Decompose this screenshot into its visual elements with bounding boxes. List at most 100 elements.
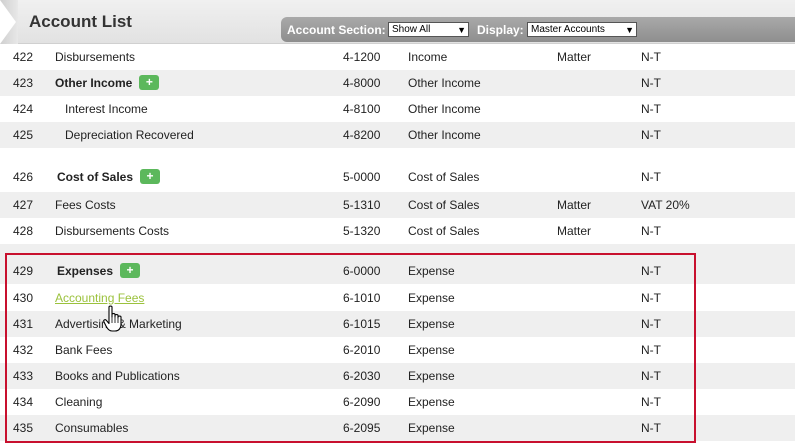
account-type: Expense: [408, 317, 455, 331]
account-code: 6-1010: [343, 291, 381, 305]
chevron-down-icon: ▼: [457, 25, 466, 35]
account-type: Expense: [408, 395, 455, 409]
table-row[interactable]: 429 Expenses + 6-0000 Expense N-T: [0, 258, 795, 284]
row-number: 429: [13, 264, 34, 278]
account-name[interactable]: Cost of Sales: [57, 170, 133, 184]
header-bar: Account List Account Section: Show All ▼…: [0, 0, 795, 44]
account-type: Expense: [408, 291, 455, 305]
account-name[interactable]: Disbursements Costs: [55, 218, 169, 244]
tax-code: N-T: [641, 317, 661, 331]
table-row[interactable]: 428 Disbursements Costs 5-1320 Cost of S…: [0, 218, 795, 244]
row-number: 430: [13, 291, 34, 305]
tax-code: N-T: [641, 170, 661, 184]
account-name[interactable]: Fees Costs: [55, 192, 116, 218]
row-number: 435: [13, 421, 34, 435]
table-row[interactable]: 426 Cost of Sales + 5-0000 Cost of Sales …: [0, 164, 795, 190]
add-subaccount-button[interactable]: +: [140, 169, 161, 185]
tax-code: VAT 20%: [641, 198, 690, 212]
account-code: 6-2010: [343, 343, 381, 357]
row-number: 428: [13, 224, 34, 238]
account-type: Cost of Sales: [408, 224, 480, 238]
account-name[interactable]: Consumables: [55, 415, 128, 441]
tax-code: N-T: [641, 421, 661, 435]
row-number: 433: [13, 369, 34, 383]
display-select[interactable]: Master Accounts ▼: [527, 22, 637, 37]
table-row[interactable]: 427 Fees Costs 5-1310 Cost of Sales Matt…: [0, 192, 795, 218]
row-number: 432: [13, 343, 34, 357]
account-name[interactable]: Expenses: [57, 264, 113, 278]
add-subaccount-button[interactable]: +: [139, 75, 160, 91]
account-name-link[interactable]: Accounting Fees: [55, 285, 144, 311]
account-code: 4-8100: [343, 102, 381, 116]
account-name[interactable]: Books and Publications: [55, 363, 180, 389]
display-label: Display:: [477, 23, 524, 37]
matter-flag: Matter: [557, 50, 592, 64]
table-row[interactable]: 434 Cleaning 6-2090 Expense N-T: [0, 389, 795, 415]
matter-flag: Matter: [557, 198, 592, 212]
account-header-name: Cost of Sales +: [57, 164, 161, 190]
tax-code: N-T: [641, 50, 661, 64]
matter-flag: Matter: [557, 224, 592, 238]
tax-code: N-T: [641, 291, 661, 305]
table-row[interactable]: 432 Bank Fees 6-2010 Expense N-T: [0, 337, 795, 363]
hand-pointer-icon: [103, 305, 122, 332]
account-code: 6-1015: [343, 317, 381, 331]
page-title: Account List: [29, 12, 132, 31]
tax-code: N-T: [641, 395, 661, 409]
account-type: Other Income: [408, 128, 481, 142]
tax-code: N-T: [641, 264, 661, 278]
tax-code: N-T: [641, 128, 661, 142]
account-name[interactable]: Bank Fees: [55, 337, 112, 363]
account-type: Other Income: [408, 76, 481, 90]
account-section-select[interactable]: Show All ▼: [388, 22, 469, 37]
row-number: 426: [13, 170, 34, 184]
account-name[interactable]: Interest Income: [65, 96, 148, 122]
account-section-label: Account Section:: [287, 23, 386, 37]
table-row[interactable]: 425 Depreciation Recovered 4-8200 Other …: [0, 122, 795, 148]
account-header-name: Other Income +: [55, 70, 160, 96]
table-row[interactable]: 422 Disbursements 4-1200 Income Matter N…: [0, 44, 795, 70]
header-arrow-icon: [0, 0, 16, 44]
account-code: 6-0000: [343, 264, 381, 278]
account-type: Income: [408, 50, 448, 64]
account-name[interactable]: Cleaning: [55, 389, 102, 415]
account-name[interactable]: Depreciation Recovered: [65, 122, 194, 148]
account-type: Expense: [408, 421, 455, 435]
account-code: 5-0000: [343, 170, 381, 184]
row-number: 431: [13, 317, 34, 331]
account-name[interactable]: Other Income: [55, 76, 132, 90]
account-code: 6-2095: [343, 421, 381, 435]
account-type: Expense: [408, 264, 455, 278]
section-divider: [0, 244, 795, 258]
tax-code: N-T: [641, 76, 661, 90]
account-type: Cost of Sales: [408, 198, 480, 212]
account-code: 4-1200: [343, 50, 381, 64]
add-subaccount-button[interactable]: +: [120, 263, 141, 279]
chevron-down-icon: ▼: [625, 25, 634, 35]
row-number: 423: [13, 76, 34, 90]
table-row[interactable]: 435 Consumables 6-2095 Expense N-T: [0, 415, 795, 441]
row-number: 427: [13, 198, 34, 212]
account-name[interactable]: Disbursements: [55, 44, 135, 70]
filter-bar: Account Section: Show All ▼ Display: Mas…: [281, 17, 795, 42]
table-row[interactable]: 423 Other Income + 4-8000 Other Income N-…: [0, 70, 795, 96]
tax-code: N-T: [641, 102, 661, 116]
tax-code: N-T: [641, 343, 661, 357]
row-number: 424: [13, 102, 34, 116]
account-type: Expense: [408, 369, 455, 383]
row-number: 425: [13, 128, 34, 142]
account-header-name: Expenses +: [57, 258, 141, 284]
account-section-value: Show All: [392, 24, 431, 35]
account-type: Cost of Sales: [408, 170, 480, 184]
account-code: 5-1320: [343, 224, 381, 238]
tax-code: N-T: [641, 224, 661, 238]
row-number: 434: [13, 395, 34, 409]
table-row[interactable]: 424 Interest Income 4-8100 Other Income …: [0, 96, 795, 122]
account-code: 4-8000: [343, 76, 381, 90]
account-code: 6-2090: [343, 395, 381, 409]
account-code: 4-8200: [343, 128, 381, 142]
table-row[interactable]: 433 Books and Publications 6-2030 Expens…: [0, 363, 795, 389]
account-code: 6-2030: [343, 369, 381, 383]
row-number: 422: [13, 50, 34, 64]
section-divider: [0, 148, 795, 164]
